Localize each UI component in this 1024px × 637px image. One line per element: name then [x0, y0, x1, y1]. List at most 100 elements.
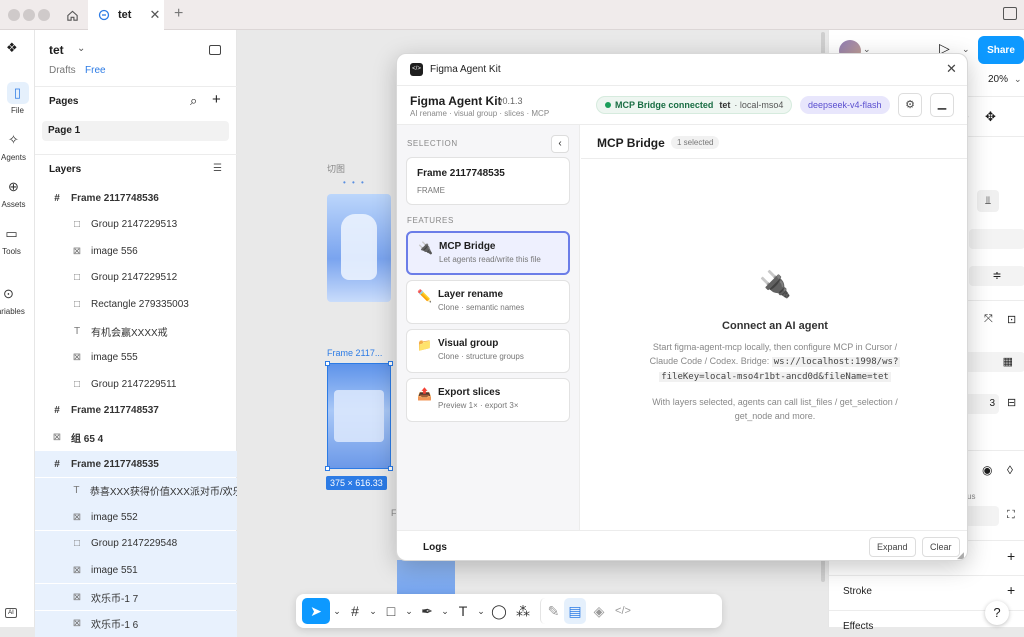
window-close-dot[interactable]: [8, 9, 20, 21]
feature-export-slices[interactable]: 📤 Export slices Preview 1× · export 3×: [406, 378, 570, 422]
nav-tools[interactable]: ▭ Tools: [0, 223, 29, 256]
rectangle-tool-icon[interactable]: □: [380, 598, 402, 624]
file-tab[interactable]: tet ✕: [88, 0, 164, 30]
export-icon: 📤: [417, 387, 432, 401]
move-tool-chevron-icon[interactable]: ⌄: [332, 598, 342, 624]
dev-mode-icon[interactable]: </>: [612, 598, 634, 624]
collapse-sidebar-icon[interactable]: ‹: [551, 135, 569, 153]
add-page-icon[interactable]: +: [212, 91, 221, 108]
left-icon-bar: ❖ ▯ File ✧ Agents ⊕ Assets ▭ Tools ⊙ Var…: [0, 30, 35, 627]
frame-tool-chevron-icon[interactable]: ⌄: [368, 598, 378, 624]
file-menu-chevron-icon[interactable]: ⌄: [77, 43, 85, 54]
canvas-frame-selected[interactable]: [327, 363, 391, 469]
shape-chevron-icon[interactable]: ⌄: [404, 598, 414, 624]
file-location[interactable]: Drafts: [49, 65, 76, 76]
resize-handle[interactable]: [325, 466, 330, 471]
model-badge[interactable]: deepseek-v4-flash: [800, 96, 890, 114]
ai-icon[interactable]: AI: [5, 608, 17, 618]
layer-row[interactable]: □ Rectangle 279335003: [35, 291, 237, 317]
settings-gear-icon[interactable]: ⚙: [898, 93, 922, 117]
layer-row[interactable]: ⊠ image 556: [35, 238, 237, 264]
layer-row[interactable]: □ Group 2147229511: [35, 371, 237, 397]
connect-note-line: With layers selected, agents can call li…: [652, 397, 898, 407]
text-chevron-icon[interactable]: ⌄: [476, 598, 486, 624]
sidebar-toggle-icon[interactable]: [1003, 7, 1017, 20]
corner-radius-icon[interactable]: ⛶: [1007, 509, 1015, 522]
opacity-drop-icon[interactable]: ◊: [1007, 463, 1013, 477]
nav-assets[interactable]: ⊕ Assets: [0, 176, 31, 209]
pen-chevron-icon[interactable]: ⌄: [440, 598, 450, 624]
figma-logo-icon[interactable]: ❖: [6, 40, 18, 56]
new-tab-icon[interactable]: +: [174, 5, 183, 23]
canvas-frame-label[interactable]: Frame 2117...: [327, 348, 382, 358]
feature-mcp-bridge[interactable]: 🔌 MCP Bridge Let agents read/write this f…: [406, 231, 570, 275]
zoom-chevron-icon[interactable]: ⌄: [1014, 74, 1022, 85]
bridge-url[interactable]: ws://localhost:1998/ws?: [771, 357, 901, 367]
layer-row[interactable]: ⊠ 欢乐币-1 6: [35, 610, 237, 637]
actions-icon[interactable]: ⁂: [512, 598, 534, 624]
folder-icon: 📁: [417, 338, 432, 352]
layer-row[interactable]: T 恭喜XXX获得价值XXX派对币/欢乐豆: [35, 477, 237, 504]
layer-row[interactable]: ⊠ image 552: [35, 504, 237, 531]
text-tool-icon[interactable]: T: [452, 598, 474, 624]
minimize-plugin-icon[interactable]: ▁: [930, 93, 954, 117]
nav-variables[interactable]: ⊙ Variables: [0, 283, 26, 316]
visibility-eye-icon[interactable]: ◉: [982, 463, 992, 477]
file-name[interactable]: tet: [49, 43, 64, 57]
layer-row[interactable]: □ Group 2147229548: [35, 530, 237, 557]
feature-visual-group[interactable]: 📁 Visual group Clone · structure groups: [406, 329, 570, 373]
close-plugin-icon[interactable]: ✕: [946, 61, 957, 77]
window-minimize-dot[interactable]: [23, 9, 35, 21]
layer-row[interactable]: ⊠ 欢乐币-1 7: [35, 584, 237, 610]
resizing-icon[interactable]: ⊡: [1007, 313, 1016, 326]
layer-row[interactable]: □ Group 2147229513: [35, 212, 237, 238]
home-tab[interactable]: [58, 0, 86, 30]
share-button[interactable]: Share: [978, 36, 1024, 64]
close-tab-icon[interactable]: ✕: [149, 7, 160, 23]
page-item-1[interactable]: Page 1: [42, 121, 229, 141]
nav-agents[interactable]: ✧ Agents: [0, 129, 31, 162]
nav-file[interactable]: ▯ File: [0, 82, 35, 115]
image-icon: ⊠: [72, 511, 82, 523]
zoom-level[interactable]: 20%: [988, 74, 1008, 85]
plugin-title-bar[interactable]: </> Figma Agent Kit ✕: [397, 54, 967, 86]
component-icon[interactable]: ✥: [985, 109, 996, 125]
property-field[interactable]: [969, 229, 1024, 249]
clip-content-icon[interactable]: ⊟: [1007, 396, 1016, 409]
add-fill-icon[interactable]: +: [1007, 548, 1015, 564]
clear-logs-button[interactable]: Clear: [922, 537, 960, 557]
draw-mode-icon[interactable]: ✎: [540, 598, 562, 624]
search-pages-icon[interactable]: ⌕: [190, 93, 197, 109]
layer-row[interactable]: ⊠ image 551: [35, 557, 237, 584]
design-mode-icon[interactable]: ▤: [564, 598, 586, 624]
layer-row[interactable]: # Frame 2117748537: [35, 398, 237, 424]
layer-row[interactable]: T 有机会赢XXXX戒: [35, 318, 237, 344]
layer-row[interactable]: ⊠ image 555: [35, 345, 237, 371]
layer-row[interactable]: # Frame 2117748536: [35, 185, 237, 211]
add-stroke-icon[interactable]: +: [1007, 582, 1015, 598]
window-maximize-dot[interactable]: [38, 9, 50, 21]
feature-layer-rename[interactable]: ✏️ Layer rename Clone · semantic names: [406, 280, 570, 324]
help-button[interactable]: ?: [985, 601, 1009, 625]
resize-handle[interactable]: [325, 361, 330, 366]
bridge-url-params[interactable]: fileKey=local-mso4r1bt-ancd0d&fileName=t…: [659, 372, 891, 382]
canvas-frame-thumbnail-1[interactable]: [327, 194, 391, 302]
layer-row[interactable]: ⊠ 组 65 4: [35, 424, 237, 450]
resize-handle[interactable]: [388, 361, 393, 366]
frame-tool-icon[interactable]: #: [344, 598, 366, 624]
layer-row[interactable]: □ Group 2147229512: [35, 265, 237, 291]
layers-sort-icon[interactable]: ☰: [213, 163, 222, 174]
panel-toggle-icon[interactable]: [209, 45, 221, 55]
resize-handle[interactable]: [388, 466, 393, 471]
move-tool-icon[interactable]: ➤: [302, 598, 330, 624]
pen-tool-icon[interactable]: ✒: [416, 598, 438, 624]
constraints-icon[interactable]: ⤧: [984, 313, 993, 326]
layer-row[interactable]: # Frame 2117748535: [35, 451, 237, 477]
prototype-mode-icon[interactable]: ◈: [588, 598, 610, 624]
logs-heading[interactable]: Logs: [423, 542, 447, 553]
align-bottom-icon[interactable]: ⫫: [977, 190, 999, 212]
distribute-icon[interactable]: ≑: [969, 266, 1024, 286]
expand-logs-button[interactable]: Expand: [869, 537, 916, 557]
comment-tool-icon[interactable]: ◯: [488, 598, 510, 624]
resize-grip-icon[interactable]: ◢: [957, 550, 964, 560]
